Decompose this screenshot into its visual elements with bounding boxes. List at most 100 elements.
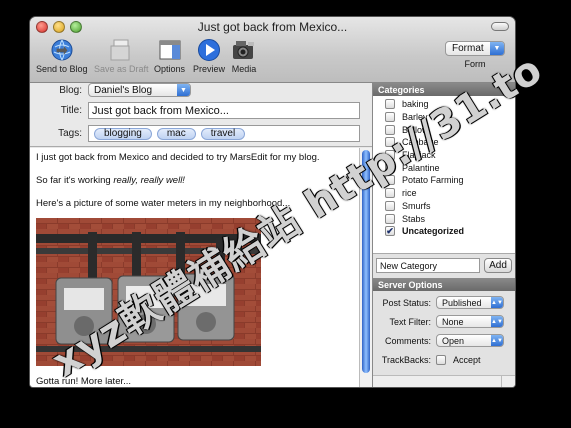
format-label: Form bbox=[464, 59, 486, 69]
resize-grip-icon[interactable] bbox=[501, 375, 515, 387]
checkbox[interactable] bbox=[385, 124, 395, 135]
comments-label: Comments: bbox=[384, 335, 431, 346]
text-filter-select[interactable]: None ▲▼ bbox=[436, 315, 504, 328]
checkbox[interactable] bbox=[385, 99, 395, 110]
category-label: Barley bbox=[402, 112, 428, 123]
sidebar-splitter[interactable] bbox=[373, 375, 515, 387]
category-item[interactable]: Stabs bbox=[373, 212, 515, 225]
media-button[interactable]: Media bbox=[231, 37, 257, 74]
save-as-draft-label: Save as Draft bbox=[94, 64, 149, 74]
checkbox[interactable] bbox=[385, 188, 395, 199]
save-as-draft-button[interactable]: Save as Draft bbox=[94, 37, 149, 74]
category-label: Cabbage bbox=[402, 137, 439, 148]
text-filter-row: Text Filter: None ▲▼ bbox=[373, 312, 515, 331]
checkbox[interactable] bbox=[385, 137, 395, 148]
water-meters-photo[interactable] bbox=[36, 218, 261, 366]
tag-token[interactable]: blogging bbox=[94, 127, 152, 140]
comments-row: Comments: Open ▲▼ bbox=[373, 331, 515, 350]
category-item[interactable]: Palantine bbox=[373, 161, 515, 174]
options-panel-icon bbox=[157, 37, 183, 63]
send-to-blog-button[interactable]: Send to Blog bbox=[36, 37, 88, 74]
category-item[interactable]: Smurfs bbox=[373, 200, 515, 213]
category-label: Flapjack bbox=[402, 150, 436, 161]
editor-scrollbar[interactable] bbox=[359, 148, 372, 387]
categories-list: baking Barley Bellow Cabbage Flapjack Pa… bbox=[373, 96, 515, 254]
format-select[interactable]: Format ▼ bbox=[445, 41, 505, 56]
category-item[interactable]: Potato Farming bbox=[373, 174, 515, 187]
tags-label: Tags: bbox=[58, 128, 82, 139]
category-label: Bellow bbox=[402, 124, 429, 135]
new-category-input[interactable]: New Category bbox=[376, 258, 480, 273]
play-icon bbox=[196, 37, 222, 63]
chevron-down-icon: ▼ bbox=[490, 42, 504, 55]
category-item[interactable]: Bellow bbox=[373, 123, 515, 136]
category-label: rice bbox=[402, 188, 417, 199]
preview-label: Preview bbox=[193, 64, 226, 74]
category-item[interactable]: rice bbox=[373, 187, 515, 200]
options-button[interactable]: Options bbox=[154, 37, 185, 74]
category-label: Potato Farming bbox=[402, 175, 464, 186]
comments-select[interactable]: Open ▲▼ bbox=[436, 334, 504, 347]
body-emphasis: really, really well! bbox=[113, 175, 185, 186]
category-label: Palantine bbox=[402, 162, 440, 173]
body-paragraph: Here's a picture of some water meters in… bbox=[36, 198, 291, 209]
category-label: Smurfs bbox=[402, 200, 431, 211]
category-label: baking bbox=[402, 99, 429, 110]
body-paragraph: Gotta run! More later... bbox=[36, 376, 132, 387]
media-label: Media bbox=[231, 64, 257, 74]
title-field[interactable]: Just got back from Mexico... bbox=[88, 102, 360, 119]
post-status-value: Published bbox=[442, 297, 482, 308]
checkmark-icon[interactable]: ✔ bbox=[385, 226, 395, 237]
server-options: Post Status: Published ▲▼ Text Filter: No… bbox=[373, 291, 515, 369]
text-filter-label: Text Filter: bbox=[389, 316, 431, 327]
blog-select[interactable]: Daniel's Blog ▼ bbox=[88, 83, 191, 97]
camera-icon bbox=[231, 37, 257, 63]
category-item[interactable]: baking bbox=[373, 98, 515, 111]
tag-token[interactable]: mac bbox=[156, 127, 196, 140]
category-label: Uncategorized bbox=[402, 226, 465, 237]
titlebar: Just got back from Mexico... Send to Blo… bbox=[30, 17, 515, 83]
draft-document-icon bbox=[108, 37, 134, 63]
globe-send-icon bbox=[49, 37, 75, 63]
body-paragraph: I just got back from Mexico and decided … bbox=[36, 152, 320, 163]
category-item[interactable]: ✔ Uncategorized bbox=[373, 225, 515, 238]
text-filter-value: None bbox=[442, 316, 464, 327]
chevron-updown-icon: ▲▼ bbox=[491, 335, 503, 346]
category-item[interactable]: Barley bbox=[373, 111, 515, 124]
server-options-header: Server Options bbox=[373, 278, 515, 291]
tags-field[interactable]: blogging mac travel bbox=[88, 125, 360, 142]
body-text: So far it's working bbox=[36, 175, 114, 186]
category-label: Stabs bbox=[402, 213, 426, 224]
post-editor-pane: Blog: Daniel's Blog ▼ Title: Just got ba… bbox=[30, 83, 372, 387]
new-category-row: New Category Add bbox=[373, 254, 515, 278]
checkbox[interactable] bbox=[385, 162, 395, 173]
categories-header: Categories bbox=[373, 83, 515, 96]
preview-button[interactable]: Preview bbox=[193, 37, 225, 74]
post-status-row: Post Status: Published ▲▼ bbox=[373, 293, 515, 312]
add-category-button[interactable]: Add bbox=[484, 258, 512, 273]
checkbox[interactable] bbox=[385, 175, 395, 186]
checkbox[interactable] bbox=[385, 112, 395, 123]
blog-label: Blog: bbox=[59, 85, 82, 96]
body-paragraph: So far it's working really, really well! bbox=[36, 175, 353, 187]
accept-trackbacks-checkbox[interactable] bbox=[436, 354, 446, 365]
scrollbar-thumb[interactable] bbox=[362, 150, 370, 373]
sidebar: Categories baking Barley Bellow Cabbage … bbox=[372, 83, 515, 387]
comments-value: Open bbox=[442, 335, 465, 346]
checkbox[interactable] bbox=[385, 150, 395, 161]
window-title: Just got back from Mexico... bbox=[197, 20, 348, 34]
editor-window: Just got back from Mexico... Send to Blo… bbox=[30, 17, 515, 387]
category-item[interactable]: Flapjack bbox=[373, 149, 515, 162]
category-item[interactable]: Cabbage bbox=[373, 136, 515, 149]
trackbacks-row: TrackBacks: Accept bbox=[373, 350, 515, 369]
chevron-updown-icon: ▲▼ bbox=[491, 316, 503, 327]
tag-token[interactable]: travel bbox=[200, 127, 246, 140]
checkbox[interactable] bbox=[385, 213, 395, 224]
post-status-select[interactable]: Published ▲▼ bbox=[436, 296, 504, 309]
toolbar-toggle-button[interactable] bbox=[491, 22, 509, 31]
checkbox[interactable] bbox=[385, 200, 395, 211]
post-body-editor[interactable]: I just got back from Mexico and decided … bbox=[30, 148, 359, 387]
blog-select-value: Daniel's Blog bbox=[94, 84, 153, 96]
post-status-label: Post Status: bbox=[382, 297, 431, 308]
title-label: Title: bbox=[60, 105, 82, 116]
